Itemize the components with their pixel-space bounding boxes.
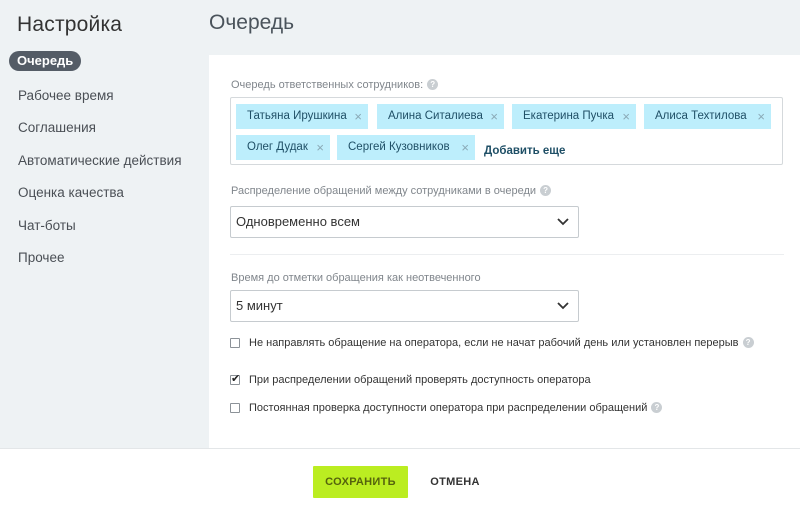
- unanswered-time-value: 5 минут: [236, 298, 283, 313]
- add-more-link[interactable]: Добавить еще: [484, 145, 565, 157]
- cancel-button[interactable]: ОТМЕНА: [420, 466, 490, 498]
- option-label: Не направлять обращение на оператора, ес…: [249, 336, 754, 350]
- sidebar-item-quality-rating[interactable]: Оценка качества: [0, 177, 200, 209]
- sidebar-title: Настройка: [17, 13, 123, 36]
- remove-tag-icon[interactable]: ×: [354, 104, 362, 129]
- footer-bar: СОХРАНИТЬ ОТМЕНА: [0, 448, 800, 508]
- checkbox[interactable]: [230, 338, 240, 348]
- sidebar-item-automatic-actions[interactable]: Автоматические действия: [0, 145, 200, 177]
- sidebar: Настройка Очередь Рабочее время Соглашен…: [0, 0, 200, 448]
- distribution-select-value: Одновременно всем: [236, 214, 360, 229]
- sidebar-item-working-hours[interactable]: Рабочее время: [0, 80, 200, 112]
- save-button[interactable]: СОХРАНИТЬ: [313, 466, 408, 498]
- chevron-down-icon: [557, 302, 569, 310]
- checkbox-checked[interactable]: ✔: [230, 373, 241, 385]
- sidebar-item-queue[interactable]: Очередь: [0, 50, 200, 71]
- help-icon[interactable]: ?: [742, 336, 754, 348]
- queue-label-text: Очередь ответственных сотрудников:: [231, 79, 424, 91]
- remove-tag-icon[interactable]: ×: [622, 104, 630, 129]
- employee-tags-field[interactable]: Татьяна Ирушкина × Алина Ситалиева × Ека…: [230, 97, 783, 165]
- option-label: Постоянная проверка доступности оператор…: [249, 401, 663, 415]
- employee-tag: Екатерина Пучка ×: [512, 104, 636, 129]
- sidebar-item-other[interactable]: Прочее: [0, 242, 200, 274]
- employee-tag-name: Алина Ситалиева: [388, 110, 483, 122]
- help-icon[interactable]: ?: [540, 184, 552, 196]
- distribution-label: Распределение обращений между сотрудника…: [231, 184, 552, 197]
- employee-tag: Сергей Кузовников ×: [337, 135, 475, 160]
- option-label-text: Постоянная проверка доступности оператор…: [249, 402, 648, 414]
- page-title: Очередь: [209, 11, 295, 34]
- remove-tag-icon[interactable]: ×: [490, 104, 498, 129]
- settings-card: Очередь ответственных сотрудников:? Тать…: [209, 55, 800, 448]
- employee-tag-name: Олег Дудак: [247, 141, 308, 153]
- sidebar-item-chatbots[interactable]: Чат-боты: [0, 210, 200, 242]
- distribution-label-text: Распределение обращений между сотрудника…: [231, 185, 537, 197]
- chevron-down-icon: [557, 218, 569, 226]
- distribution-select[interactable]: Одновременно всем: [230, 206, 579, 238]
- employee-tag: Алина Ситалиева ×: [377, 104, 504, 129]
- remove-tag-icon[interactable]: ×: [461, 135, 469, 160]
- unanswered-time-select[interactable]: 5 минут: [230, 290, 579, 322]
- help-icon[interactable]: ?: [427, 78, 439, 90]
- check-icon: ✔: [231, 373, 241, 385]
- remove-tag-icon[interactable]: ×: [757, 104, 765, 129]
- employee-tag-name: Сергей Кузовников: [348, 141, 450, 153]
- employee-tag: Олег Дудак ×: [236, 135, 330, 160]
- unanswered-label: Время до отметки обращения как неотвечен…: [231, 272, 481, 284]
- queue-label: Очередь ответственных сотрудников:?: [231, 78, 439, 91]
- remove-tag-icon[interactable]: ×: [316, 135, 324, 160]
- employee-tag-name: Екатерина Пучка: [523, 110, 615, 122]
- employee-tag: Алиса Техтилова ×: [644, 104, 771, 129]
- employee-tag-name: Татьяна Ирушкина: [247, 110, 347, 122]
- sidebar-item-label: Очередь: [9, 51, 82, 71]
- option-label-text: Не направлять обращение на оператора, ес…: [249, 337, 739, 349]
- divider: [230, 254, 784, 255]
- sidebar-menu: Очередь Рабочее время Соглашения Автомат…: [0, 50, 200, 274]
- employee-tag: Татьяна Ирушкина ×: [236, 104, 368, 129]
- help-icon[interactable]: ?: [651, 401, 663, 413]
- checkbox[interactable]: [230, 403, 240, 413]
- employee-tag-name: Алиса Техтилова: [655, 110, 747, 122]
- sidebar-item-agreements[interactable]: Соглашения: [0, 112, 200, 144]
- option-label: При распределении обращений проверять до…: [249, 374, 591, 386]
